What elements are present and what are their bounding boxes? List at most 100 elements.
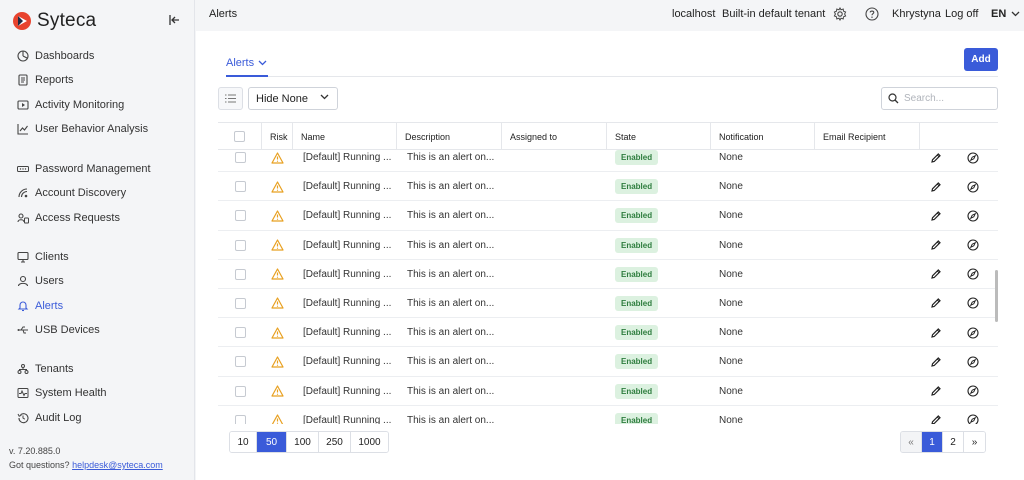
- alert-description: This is an alert on...: [407, 297, 495, 309]
- row-checkbox[interactable]: [235, 327, 246, 339]
- navigate-icon[interactable]: [967, 289, 979, 318]
- host-label: localhost: [672, 8, 716, 20]
- prev-page-button[interactable]: «: [901, 432, 922, 452]
- alert-name[interactable]: [Default] Running ...: [303, 318, 391, 347]
- table-row[interactable]: [Default] Running ... This is an alert on…: [218, 172, 998, 202]
- header-notification[interactable]: Notification: [711, 123, 815, 150]
- search-input[interactable]: [904, 93, 994, 104]
- sidebar-item-reports[interactable]: Reports: [0, 68, 195, 92]
- navigate-icon[interactable]: [967, 172, 979, 201]
- sidebar-item-tenants[interactable]: Tenants: [0, 357, 195, 381]
- row-checkbox[interactable]: [235, 414, 246, 424]
- edit-icon[interactable]: [930, 260, 942, 289]
- table-row[interactable]: [Default] Running ... This is an alert on…: [218, 289, 998, 319]
- gear-icon[interactable]: [833, 7, 847, 21]
- row-checkbox[interactable]: [235, 152, 246, 163]
- alert-name[interactable]: [Default] Running ...: [303, 347, 391, 376]
- sidebar-item-user-behavior-analysis[interactable]: User Behavior Analysis: [0, 117, 195, 141]
- row-checkbox[interactable]: [235, 181, 246, 193]
- table-row[interactable]: [Default] Running ... This is an alert on…: [218, 260, 998, 289]
- hide-filter-select[interactable]: Hide None: [248, 87, 338, 110]
- language-selector[interactable]: EN: [991, 8, 1020, 20]
- table-row[interactable]: [Default] Running ... This is an alert on…: [218, 231, 998, 260]
- alert-name[interactable]: [Default] Running ...: [303, 172, 391, 201]
- navigate-icon[interactable]: [967, 406, 979, 424]
- top-bar: Alerts localhost Built-in default tenant…: [196, 0, 1024, 30]
- search-box[interactable]: [881, 87, 998, 110]
- table-row[interactable]: [Default] Running ... This is an alert on…: [218, 347, 998, 377]
- table-row[interactable]: [Default] Running ... This is an alert on…: [218, 318, 998, 348]
- navigate-icon[interactable]: [967, 347, 979, 376]
- row-checkbox[interactable]: [235, 239, 246, 251]
- sidebar-item-usb-devices[interactable]: USB Devices: [0, 318, 195, 342]
- row-checkbox-cell: [235, 318, 246, 347]
- page-size-10[interactable]: 10: [230, 432, 257, 452]
- edit-icon[interactable]: [930, 172, 942, 201]
- row-checkbox[interactable]: [235, 210, 246, 222]
- help-email-link[interactable]: helpdesk@syteca.com: [72, 460, 163, 470]
- logoff-link[interactable]: Log off: [945, 8, 978, 20]
- table-row[interactable]: [Default] Running ... This is an alert on…: [218, 201, 998, 231]
- sidebar-item-access-requests[interactable]: Access Requests: [0, 206, 195, 230]
- alert-name[interactable]: [Default] Running ...: [303, 289, 391, 318]
- alert-name[interactable]: [Default] Running ...: [303, 231, 391, 260]
- select-all-checkbox[interactable]: [234, 131, 245, 142]
- edit-icon[interactable]: [930, 406, 942, 424]
- tenant-selector[interactable]: Built-in default tenant: [722, 8, 825, 20]
- header-state[interactable]: State: [607, 123, 711, 150]
- collapse-sidebar-icon[interactable]: [167, 13, 181, 27]
- header-risk[interactable]: Risk: [262, 123, 293, 150]
- tab-alerts[interactable]: Alerts: [226, 57, 267, 77]
- user-name[interactable]: Khrystyna: [892, 8, 941, 20]
- logo[interactable]: Syteca: [12, 10, 96, 32]
- column-settings-button[interactable]: [218, 87, 243, 110]
- access-icon: [17, 212, 29, 224]
- sidebar-item-clients[interactable]: Clients: [0, 245, 195, 269]
- alert-name[interactable]: [Default] Running ...: [303, 201, 391, 230]
- table-row[interactable]: [Default] Running ... This is an alert on…: [218, 377, 998, 406]
- navigate-icon[interactable]: [967, 377, 979, 406]
- edit-icon[interactable]: [930, 347, 942, 376]
- navigate-icon[interactable]: [967, 231, 979, 260]
- sidebar-item-system-health[interactable]: System Health: [0, 381, 195, 405]
- sidebar-item-users[interactable]: Users: [0, 269, 195, 293]
- table-scrollbar[interactable]: [995, 270, 998, 322]
- edit-icon[interactable]: [930, 377, 942, 406]
- row-checkbox[interactable]: [235, 356, 246, 368]
- sidebar-item-activity-monitoring[interactable]: Activity Monitoring: [0, 93, 195, 117]
- page-size-100[interactable]: 100: [287, 432, 319, 452]
- next-page-button[interactable]: »: [964, 432, 985, 452]
- edit-icon[interactable]: [930, 289, 942, 318]
- add-button[interactable]: Add: [964, 48, 998, 71]
- navigate-icon[interactable]: [967, 201, 979, 230]
- help-icon[interactable]: [865, 7, 879, 21]
- row-checkbox[interactable]: [235, 385, 246, 397]
- sidebar-item-password-management[interactable]: Password Management: [0, 157, 195, 181]
- alert-name[interactable]: [Default] Running ...: [303, 406, 391, 424]
- edit-icon[interactable]: [930, 201, 942, 230]
- edit-icon[interactable]: [930, 231, 942, 260]
- header-name[interactable]: Name: [293, 123, 397, 150]
- header-assigned-to[interactable]: Assigned to: [502, 123, 607, 150]
- page-size-250[interactable]: 250: [319, 432, 351, 452]
- edit-icon[interactable]: [930, 318, 942, 347]
- header-select-all[interactable]: [218, 123, 262, 150]
- page-2-button[interactable]: 2: [943, 432, 964, 452]
- status-cell: Enabled: [615, 318, 659, 347]
- row-checkbox[interactable]: [235, 297, 246, 309]
- page-1-button[interactable]: 1: [922, 432, 943, 452]
- sidebar-item-alerts[interactable]: Alerts: [0, 294, 195, 318]
- alert-name[interactable]: [Default] Running ...: [303, 260, 391, 289]
- table-row[interactable]: [Default] Running ... This is an alert on…: [218, 406, 998, 424]
- page-size-50[interactable]: 50: [257, 432, 287, 452]
- header-description[interactable]: Description: [397, 123, 502, 150]
- alert-name[interactable]: [Default] Running ...: [303, 377, 391, 406]
- navigate-icon[interactable]: [967, 260, 979, 289]
- sidebar-item-dashboards[interactable]: Dashboards: [0, 44, 195, 68]
- page-size-1000[interactable]: 1000: [351, 432, 388, 452]
- row-checkbox[interactable]: [235, 268, 246, 280]
- sidebar-item-audit-log[interactable]: Audit Log: [0, 406, 195, 430]
- navigate-icon[interactable]: [967, 318, 979, 347]
- sidebar-item-account-discovery[interactable]: Account Discovery: [0, 181, 195, 205]
- header-email-recipient[interactable]: Email Recipient: [815, 123, 920, 150]
